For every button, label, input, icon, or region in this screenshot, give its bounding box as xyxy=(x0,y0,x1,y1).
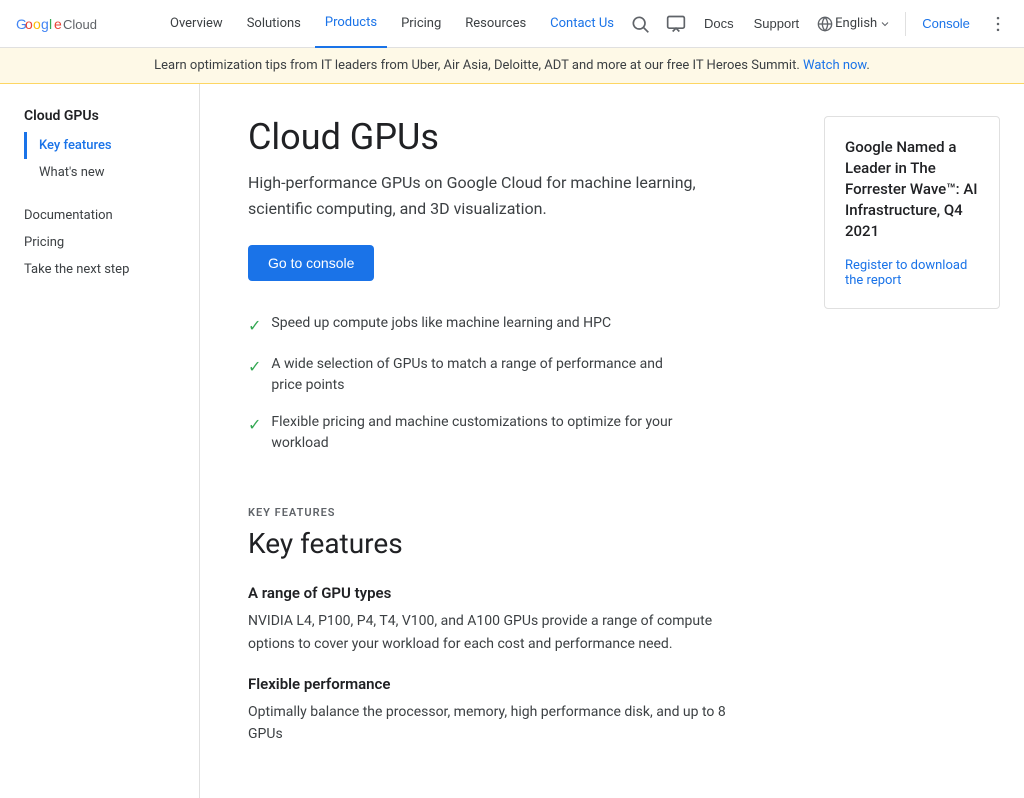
google-cloud-logo: G o o g l e Cloud xyxy=(16,14,136,34)
promo-card-link[interactable]: Register to download the report xyxy=(845,258,967,288)
nav-overview[interactable]: Overview xyxy=(160,0,233,48)
sidebar-item-documentation[interactable]: Documentation xyxy=(24,202,199,229)
check-icon-2: ✓ xyxy=(248,413,261,437)
feature-item-0: ✓ Speed up compute jobs like machine lea… xyxy=(248,313,688,338)
nav-links: Overview Solutions Products Pricing Reso… xyxy=(160,0,624,48)
top-nav: G o o g l e Cloud Overview Solutions Pro… xyxy=(0,0,1024,48)
svg-text:l: l xyxy=(49,16,52,32)
check-icon-0: ✓ xyxy=(248,314,261,338)
docs-button[interactable]: Docs xyxy=(696,16,742,31)
nav-pricing[interactable]: Pricing xyxy=(391,0,451,48)
flex-perf-desc: Optimally balance the processor, memory,… xyxy=(248,701,728,746)
sidebar-item-whats-new[interactable]: What's new xyxy=(24,159,199,186)
more-button[interactable] xyxy=(982,8,1014,40)
nav-contact[interactable]: Contact Us xyxy=(540,0,624,48)
key-features-label: KEY FEATURES xyxy=(248,506,776,519)
main-content: Cloud GPUs High-performance GPUs on Goog… xyxy=(200,84,824,798)
gpu-types-heading: A range of GPU types xyxy=(248,584,776,602)
go-to-console-button[interactable]: Go to console xyxy=(248,245,374,281)
hero-feature-list: ✓ Speed up compute jobs like machine lea… xyxy=(248,313,776,454)
sidebar-section-cloud-gpus: Cloud GPUs xyxy=(24,108,199,124)
banner-text: Learn optimization tips from IT leaders … xyxy=(154,58,800,73)
sidebar-item-key-features[interactable]: Key features xyxy=(24,132,199,159)
sidebar-item-pricing[interactable]: Pricing xyxy=(24,229,199,256)
feature-item-1: ✓ A wide selection of GPUs to match a ra… xyxy=(248,354,688,396)
key-features-title: Key features xyxy=(248,527,776,560)
side-panel: Google Named a Leader in The Forrester W… xyxy=(824,84,1024,798)
support-button[interactable]: Support xyxy=(746,16,808,31)
nav-solutions[interactable]: Solutions xyxy=(237,0,311,48)
announcement-banner: Learn optimization tips from IT leaders … xyxy=(0,48,1024,84)
page-title: Cloud GPUs xyxy=(248,116,776,158)
gpu-types-desc: NVIDIA L4, P100, P4, T4, V100, and A100 … xyxy=(248,610,728,655)
language-selector[interactable]: English xyxy=(811,16,897,32)
svg-text:g: g xyxy=(41,16,49,32)
search-button[interactable] xyxy=(624,8,656,40)
banner-link[interactable]: Watch now xyxy=(803,58,866,73)
svg-text:Cloud: Cloud xyxy=(63,17,97,32)
banner-suffix: . xyxy=(866,58,869,73)
sidebar: Cloud GPUs Key features What's new Docum… xyxy=(0,84,200,798)
nav-right: Docs Support English Console xyxy=(624,6,1024,42)
check-icon-1: ✓ xyxy=(248,355,261,379)
promo-card: Google Named a Leader in The Forrester W… xyxy=(824,116,1000,309)
divider xyxy=(905,12,906,36)
logo: G o o g l e Cloud xyxy=(16,14,136,34)
svg-text:e: e xyxy=(54,16,62,32)
page-subtitle: High-performance GPUs on Google Cloud fo… xyxy=(248,170,748,221)
avatar[interactable] xyxy=(1018,6,1024,42)
feature-item-2: ✓ Flexible pricing and machine customiza… xyxy=(248,412,688,454)
flex-perf-heading: Flexible performance xyxy=(248,675,776,693)
svg-text:o: o xyxy=(33,16,41,32)
nav-resources[interactable]: Resources xyxy=(455,0,536,48)
svg-text:o: o xyxy=(25,16,33,32)
page-layout: Cloud GPUs Key features What's new Docum… xyxy=(0,84,1024,798)
promo-card-title: Google Named a Leader in The Forrester W… xyxy=(845,137,979,242)
nav-products[interactable]: Products xyxy=(315,0,387,48)
notifications-button[interactable] xyxy=(660,8,692,40)
console-button[interactable]: Console xyxy=(914,16,978,31)
sidebar-item-next-step[interactable]: Take the next step xyxy=(24,256,199,283)
